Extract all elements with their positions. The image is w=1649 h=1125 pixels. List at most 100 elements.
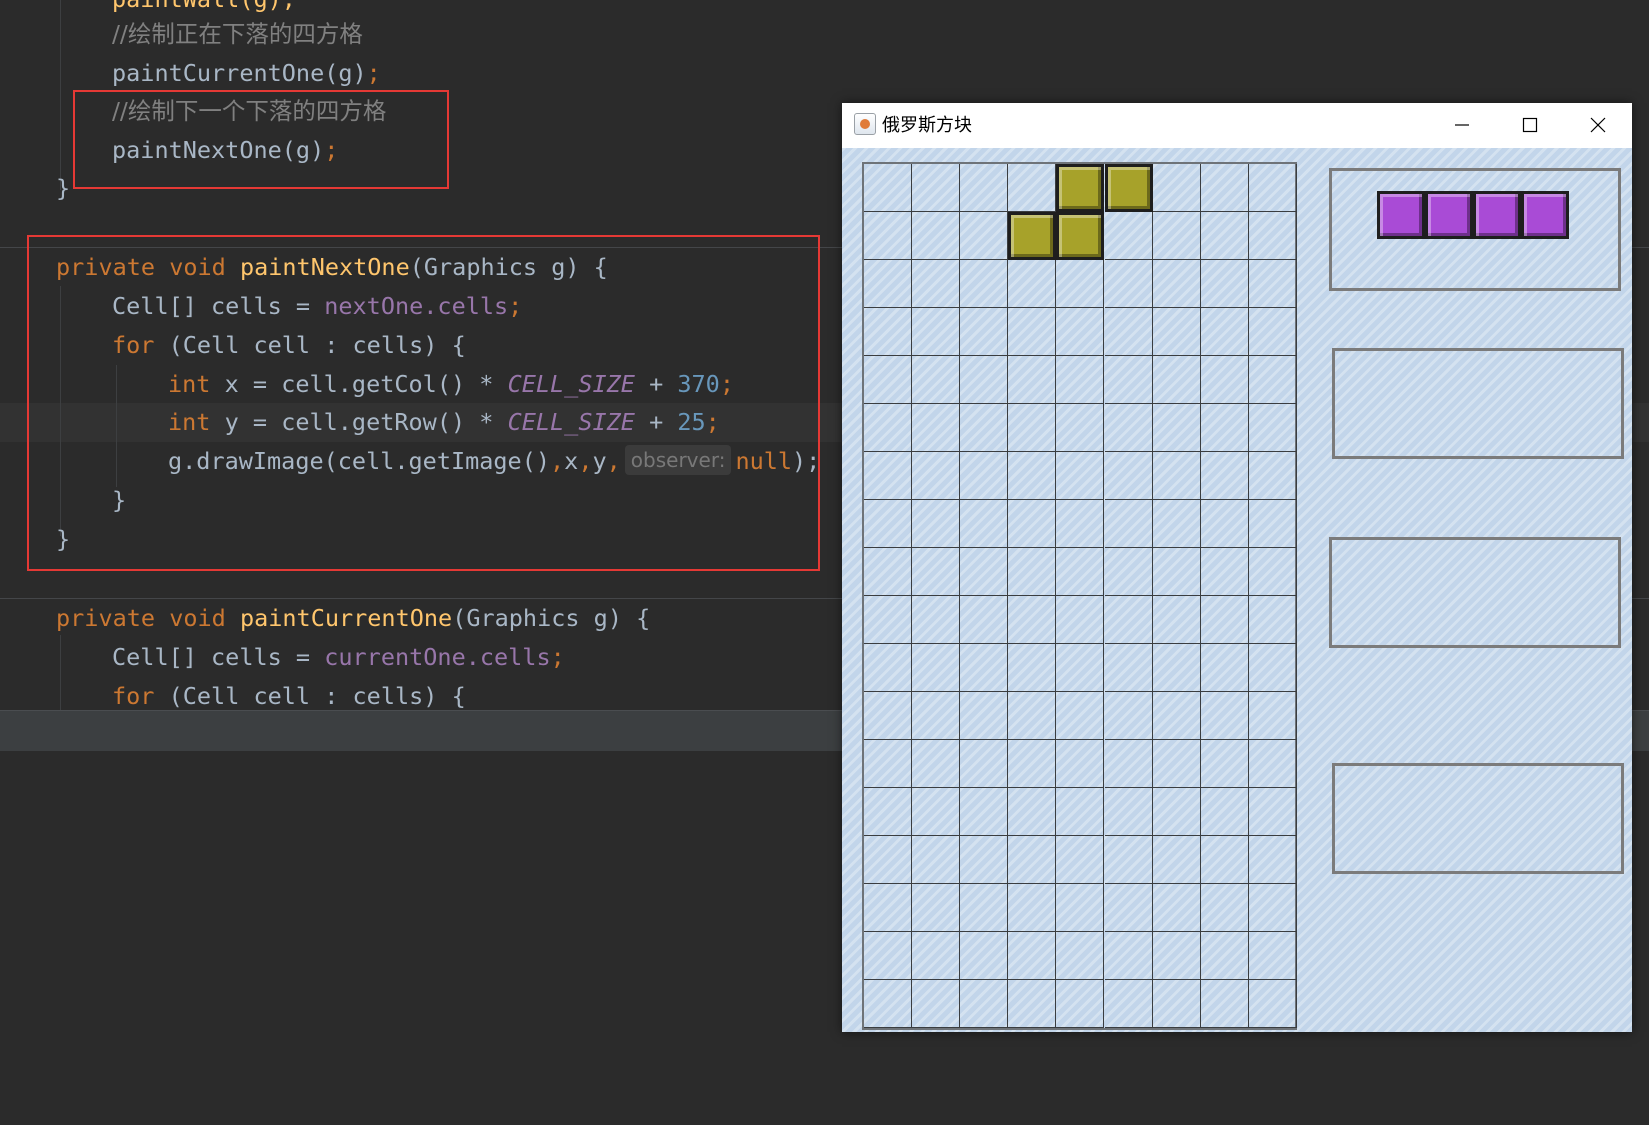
board-cell [960, 788, 1009, 836]
board-cell [1008, 452, 1057, 500]
board-cell [1152, 260, 1201, 308]
board-cell [1152, 500, 1201, 548]
board-cell [1200, 596, 1249, 644]
board-cell [960, 548, 1009, 596]
board-cell [1104, 596, 1153, 644]
board-cell [1008, 980, 1057, 1028]
board-cell [1056, 500, 1105, 548]
board-cell [1200, 356, 1249, 404]
board-cell [1056, 644, 1105, 692]
board-cell [1152, 308, 1201, 356]
board-cell [1008, 836, 1057, 884]
board-cell [1104, 884, 1153, 932]
close-button[interactable] [1564, 103, 1632, 148]
board-cell [1152, 548, 1201, 596]
board-cell [912, 404, 961, 452]
board-cell [1248, 788, 1297, 836]
code-line: for (Cell cell : cells) { [112, 682, 466, 710]
board-cell [1008, 308, 1057, 356]
board-cell [864, 836, 912, 884]
board-cell [864, 932, 912, 980]
minimize-button[interactable] [1428, 103, 1496, 148]
board-cell [1152, 740, 1201, 788]
board-cell [912, 692, 961, 740]
board-cell [960, 500, 1009, 548]
board-cell [1104, 932, 1153, 980]
current-piece-block [1104, 164, 1153, 212]
board-cell [1200, 884, 1249, 932]
board-cell [1200, 164, 1249, 212]
board-cell [912, 260, 961, 308]
board-cell [1152, 212, 1201, 260]
code-line: Cell[] cells = currentOne.cells; [112, 643, 565, 671]
maximize-button[interactable] [1496, 103, 1564, 148]
board-cell [912, 452, 961, 500]
board-cell [1104, 692, 1153, 740]
board-cell [864, 596, 912, 644]
board-cell [864, 500, 912, 548]
code-line: } [56, 174, 71, 202]
board-cell [1056, 404, 1105, 452]
board-cell [1008, 404, 1057, 452]
board-cell [1200, 788, 1249, 836]
board-cell [1104, 260, 1153, 308]
board-cell [960, 836, 1009, 884]
board-cell [1152, 644, 1201, 692]
game-board[interactable] [862, 162, 1297, 1030]
board-cell [1104, 644, 1153, 692]
board-cell [960, 884, 1009, 932]
board-cell [960, 740, 1009, 788]
code-line: private void paintCurrentOne(Graphics g)… [56, 604, 651, 632]
window-titlebar[interactable]: 俄罗斯方块 [842, 103, 1632, 148]
board-cell [1008, 740, 1057, 788]
board-cell [1152, 788, 1201, 836]
board-cell [1248, 932, 1297, 980]
annotation-box-method [27, 235, 820, 571]
board-cell [1152, 404, 1201, 452]
board-cell [912, 836, 961, 884]
board-cell [1056, 308, 1105, 356]
board-cell [1056, 740, 1105, 788]
info-panel-state [1332, 763, 1624, 874]
board-cell [1200, 260, 1249, 308]
board-cell [1104, 740, 1153, 788]
board-cell [1152, 692, 1201, 740]
board-cell [864, 260, 912, 308]
board-cell [1008, 932, 1057, 980]
tetris-window[interactable]: 俄罗斯方块 [842, 103, 1632, 1032]
board-cell [1056, 932, 1105, 980]
annotation-box-call [73, 90, 449, 189]
board-cell [1056, 260, 1105, 308]
board-cell [912, 740, 961, 788]
board-cell [1008, 164, 1057, 212]
board-cell [864, 164, 912, 212]
board-cell [912, 884, 961, 932]
next-piece-panel [1329, 168, 1621, 291]
board-cell [1152, 356, 1201, 404]
board-cell [1248, 884, 1297, 932]
game-canvas[interactable] [842, 148, 1632, 1032]
board-cell [1056, 884, 1105, 932]
board-cell [912, 308, 961, 356]
board-cell [1200, 452, 1249, 500]
board-cell [1104, 308, 1153, 356]
board-cell [912, 788, 961, 836]
board-cell [960, 452, 1009, 500]
board-cell [1104, 548, 1153, 596]
board-cell [912, 500, 961, 548]
board-cell [1056, 980, 1105, 1028]
board-cell [864, 980, 912, 1028]
code-comment: //绘制正在下落的四方格 [112, 20, 363, 48]
board-cell [864, 692, 912, 740]
board-cell [1008, 260, 1057, 308]
board-cell [1104, 404, 1153, 452]
maximize-icon [1522, 117, 1538, 133]
board-cell [1152, 836, 1201, 884]
board-cell [1056, 356, 1105, 404]
current-piece-block [1008, 212, 1057, 260]
java-cup-icon [854, 113, 876, 135]
board-cell [1248, 548, 1297, 596]
board-cell [1200, 500, 1249, 548]
next-piece-block [1521, 191, 1569, 239]
board-cell [1104, 500, 1153, 548]
